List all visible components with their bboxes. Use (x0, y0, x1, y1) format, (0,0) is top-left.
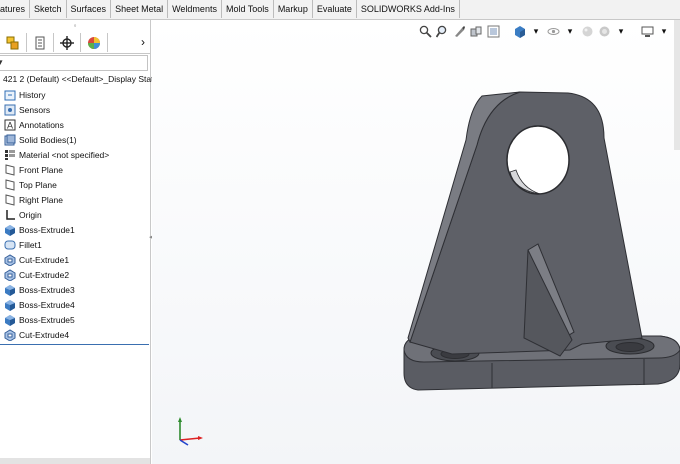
tree-item-label: Boss-Extrude1 (19, 224, 75, 235)
triad-axes-icon (178, 417, 203, 446)
tab-solidworks-add-ins[interactable]: SOLIDWORKS Add-Ins (357, 0, 460, 18)
tab-markup[interactable]: Markup (274, 0, 313, 18)
tree-item-label: Fillet1 (19, 239, 42, 250)
plane-icon (5, 193, 15, 206)
tree-item-label: Material <not specified> (19, 149, 110, 160)
tree-item-boss-extrude4[interactable]: Boss-Extrude4 (0, 297, 150, 312)
origin-icon (6, 209, 15, 220)
display-manager-icon (88, 36, 100, 49)
tree-item-label: History (19, 89, 46, 100)
tree-item-label: Right Plane (19, 194, 63, 205)
tree-item-label: Front Plane (19, 164, 63, 175)
tree-item-history[interactable]: History (0, 87, 150, 102)
history-icon (4, 90, 16, 100)
tree-item-material-not-specified[interactable]: Material <not specified> (0, 147, 150, 162)
solid-bodies-icon (4, 134, 16, 145)
panel-more-chevron-icon[interactable]: › (136, 33, 150, 53)
tab-surfaces[interactable]: Surfaces (67, 0, 112, 18)
tree-item-boss-extrude3[interactable]: Boss-Extrude3 (0, 282, 150, 297)
tab-weldments[interactable]: Weldments (168, 0, 222, 18)
cut-extrude-icon (4, 328, 16, 341)
tree-item-origin[interactable]: Origin (0, 207, 150, 222)
tree-root-label[interactable]: 421 2 (Default) <<Default>_Display State (3, 74, 158, 84)
graphics-area[interactable]: ▾ ▾ ▾ ▾ (152, 20, 680, 464)
tab-display-manager[interactable] (81, 33, 108, 52)
tree-item-label: Annotations (19, 119, 64, 130)
boss-extrude-icon (5, 284, 15, 296)
boss-extrude-icon (5, 224, 15, 236)
feature-tree: History Sensors A Annotations Solid Bodies(1… (0, 87, 150, 342)
rollback-bar[interactable] (0, 344, 149, 345)
cut-extrude-icon (4, 268, 16, 281)
tree-item-label: Cut-Extrude2 (19, 269, 70, 280)
tree-item-cut-extrude2[interactable]: Cut-Extrude2 (0, 267, 150, 282)
tab-configuration-manager[interactable] (54, 33, 81, 52)
boss-extrude-icon (5, 299, 15, 311)
plane-icon (5, 178, 15, 191)
tree-item-cut-extrude1[interactable]: Cut-Extrude1 (0, 252, 150, 267)
tree-item-label: Boss-Extrude4 (19, 299, 75, 310)
tab-sketch[interactable]: Sketch (30, 0, 67, 18)
tree-item-label: Boss-Extrude5 (19, 314, 75, 325)
fillet-icon (4, 240, 16, 249)
svg-text:A: A (7, 120, 13, 130)
panel-tabs: › (0, 33, 150, 54)
tree-item-label: Sensors (19, 104, 51, 115)
feature-manager-panel: ◦ › ▾ 421 2 (Default) <<Default>_Display… (0, 20, 158, 464)
configuration-manager-icon (60, 35, 74, 50)
tab-sheet-metal[interactable]: Sheet Metal (111, 0, 169, 18)
tree-item-top-plane[interactable]: Top Plane (0, 177, 150, 192)
tab-atures[interactable]: atures (0, 0, 31, 18)
sensors-icon (4, 104, 16, 115)
tree-item-boss-extrude1[interactable]: Boss-Extrude1 (0, 222, 150, 237)
tree-item-sensors[interactable]: Sensors (0, 102, 150, 117)
tree-item-annotations[interactable]: A Annotations (0, 117, 150, 132)
tree-item-solid-bodies-1[interactable]: Solid Bodies(1) (0, 132, 150, 147)
tree-item-front-plane[interactable]: Front Plane (0, 162, 150, 177)
tree-item-label: Origin (19, 209, 42, 220)
feature-manager-icon (6, 36, 19, 49)
boss-extrude-icon (5, 314, 15, 326)
tab-property-manager[interactable] (27, 33, 54, 52)
plane-icon (5, 163, 15, 176)
annotations-icon: A (4, 119, 16, 130)
tree-item-right-plane[interactable]: Right Plane (0, 192, 150, 207)
tree-item-label: Cut-Extrude1 (19, 254, 70, 265)
tree-item-fillet1[interactable]: Fillet1 (0, 237, 150, 252)
cut-extrude-icon (4, 253, 16, 266)
panel-grip[interactable]: ◦ (0, 20, 150, 32)
tab-evaluate[interactable]: Evaluate (313, 0, 357, 18)
filter-icon: ▾ (0, 57, 3, 67)
tab-mold-tools[interactable]: Mold Tools (222, 0, 274, 18)
tab-feature-manager[interactable] (0, 33, 27, 52)
tree-item-cut-extrude4[interactable]: Cut-Extrude4 (0, 327, 150, 342)
tree-item-label: Cut-Extrude4 (19, 329, 70, 340)
material-icon (5, 149, 15, 160)
tree-item-label: Solid Bodies(1) (19, 134, 77, 145)
tree-item-boss-extrude5[interactable]: Boss-Extrude5 (0, 312, 150, 327)
panel-horizontal-scrollbar[interactable] (0, 458, 150, 464)
part-model-bracket[interactable] (152, 20, 680, 464)
tree-item-label: Boss-Extrude3 (19, 284, 75, 295)
property-manager-icon (35, 36, 45, 49)
tree-filter-input[interactable]: ▾ (0, 55, 148, 71)
command-manager-tabs: atures Sketch Surfaces Sheet Metal Weldments… (0, 0, 680, 20)
tree-item-label: Top Plane (19, 179, 57, 190)
